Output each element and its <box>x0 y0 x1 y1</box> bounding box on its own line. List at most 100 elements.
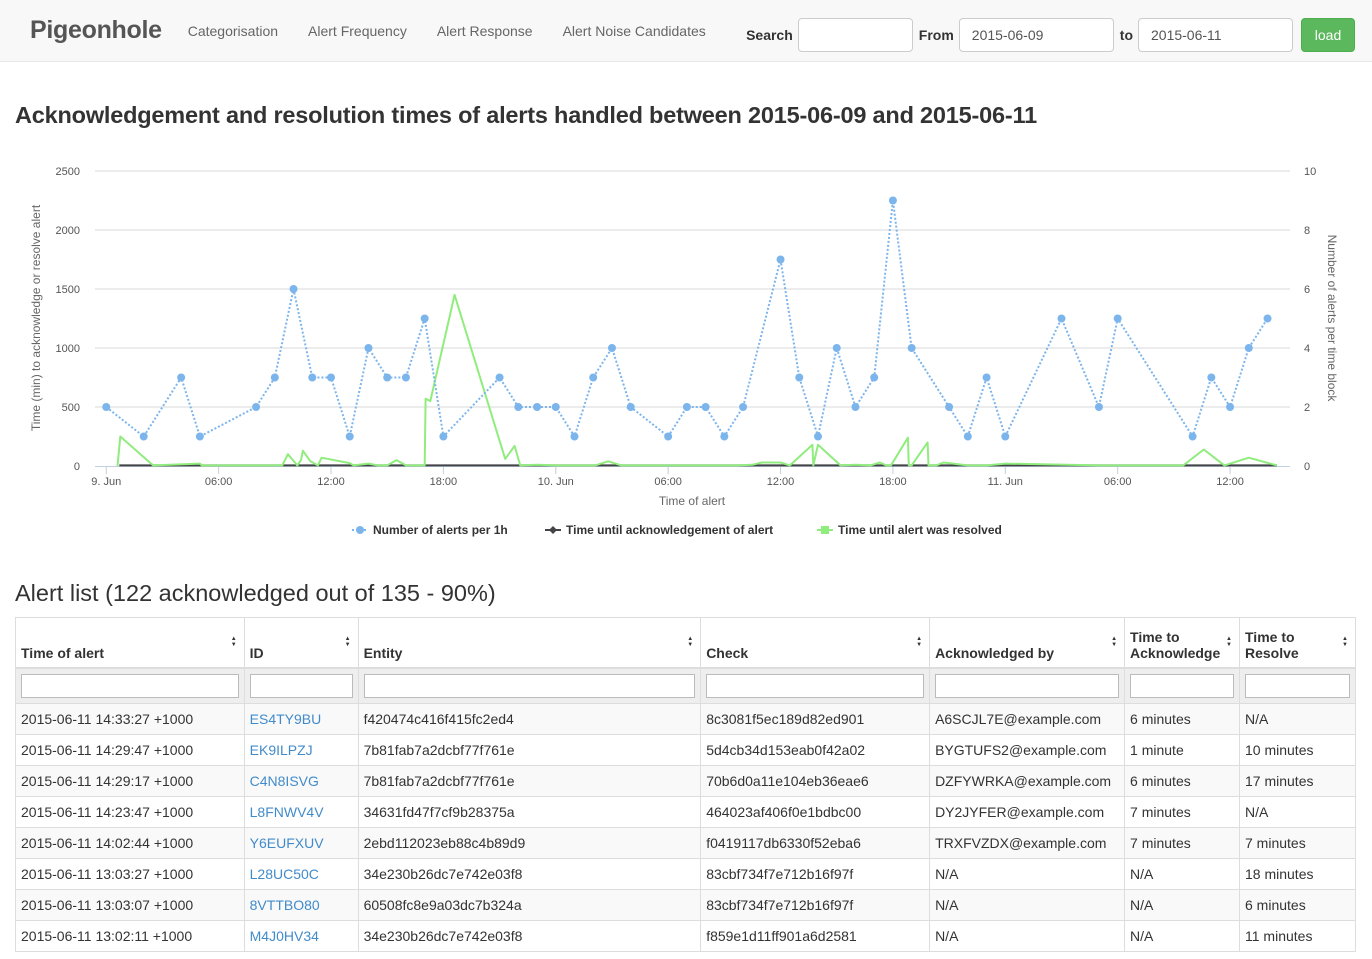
x-tick-label: 9. Jun <box>91 476 121 488</box>
table-row: 2015-06-11 13:03:07 +1000 8VTTBO80 60508fc… <box>15 889 1356 921</box>
cell-time-of-alert: 2015-06-11 13:03:07 +1000 <box>15 889 245 921</box>
data-point <box>1263 314 1272 323</box>
nav-categorisation[interactable]: Categorisation <box>188 23 278 39</box>
nav-alert-noise-candidates[interactable]: Alert Noise Candidates <box>563 23 706 39</box>
alert-id-link[interactable]: 8VTTBO80 <box>250 897 320 913</box>
data-point <box>963 432 972 441</box>
sort-icon[interactable]: ▲ ▼ <box>1226 636 1232 648</box>
data-point <box>401 373 410 382</box>
data-point <box>514 403 523 411</box>
alert-table: Time of alert ▲ ▼ ID ▲ ▼ Entity ▲ ▼ Check ▲ ▼ Acknow… <box>15 617 1356 952</box>
data-point <box>720 432 729 441</box>
y-tick-left: 1000 <box>56 343 80 355</box>
series-line-2 <box>116 293 1278 467</box>
table-row: 2015-06-11 14:29:47 +1000 EK9ILPZJ 7b81fab… <box>15 734 1356 766</box>
y-tick-right: 0 <box>1304 461 1310 473</box>
legend-item-label: Number of alerts per 1h <box>373 523 508 537</box>
cell-entity: 34e230b26dc7e742e03f8 <box>357 920 702 952</box>
to-date-input[interactable] <box>1138 18 1293 52</box>
cell-time-to-acknowledge: N/A <box>1124 920 1240 952</box>
y-tick-left: 500 <box>62 402 80 414</box>
alert-id-link[interactable]: C4N8ISVG <box>250 773 319 789</box>
nav-alert-response[interactable]: Alert Response <box>437 23 533 39</box>
data-point <box>1113 314 1122 323</box>
cell-check: 70b6d0a11e104eb36eae6 <box>700 765 931 797</box>
sort-icon[interactable]: ▲ ▼ <box>1111 636 1117 648</box>
cell-time-of-alert: 2015-06-11 14:29:47 +1000 <box>15 734 245 766</box>
cell-time-to-resolve: 11 minutes <box>1239 920 1356 952</box>
sort-icon[interactable]: ▲ ▼ <box>916 636 922 648</box>
data-point <box>252 403 261 411</box>
column-header-label: Check <box>706 644 749 661</box>
filter-input-time-to-resolve[interactable] <box>1245 673 1350 698</box>
filter-cell <box>700 667 931 704</box>
column-header-check[interactable]: Check ▲ ▼ <box>700 617 931 669</box>
sort-icon[interactable]: ▲ ▼ <box>687 636 693 648</box>
column-header-entity[interactable]: Entity ▲ ▼ <box>357 617 702 669</box>
search-input[interactable] <box>797 18 913 52</box>
alert-list-title: Alert list (122 acknowledged out of 135 … <box>15 580 496 606</box>
brand-logo[interactable]: Pigeonhole <box>30 16 162 45</box>
sort-icon[interactable]: ▲ ▼ <box>1342 636 1348 648</box>
data-point <box>177 373 186 382</box>
nav-alert-frequency[interactable]: Alert Frequency <box>308 23 407 39</box>
cell-acknowledged-by: BYGTUFS2@example.com <box>929 734 1126 766</box>
data-point <box>551 403 560 411</box>
filter-input-time-to-acknowledge[interactable] <box>1130 673 1234 698</box>
alert-id-link[interactable]: M4J0HV34 <box>250 928 319 944</box>
x-tick-label: 18:00 <box>430 476 458 488</box>
y-tick-left: 2500 <box>56 166 80 178</box>
column-header-time-to-acknowledge[interactable]: Time to Acknowledge ▲ ▼ <box>1124 617 1240 669</box>
y-axis-right-ticks: 0 2 4 6 8 10 <box>1304 166 1316 473</box>
filter-input-id[interactable] <box>249 673 353 698</box>
data-point <box>589 373 598 382</box>
cell-entity: 7b81fab7a2dcbf77f761e <box>357 765 702 797</box>
data-point <box>813 432 822 441</box>
to-label: to <box>1119 27 1133 43</box>
alert-id-link[interactable]: ES4TY9BU <box>250 711 322 727</box>
column-header-acknowledged-by[interactable]: Acknowledged by ▲ ▼ <box>929 617 1126 669</box>
data-point <box>739 403 748 411</box>
sort-icon[interactable]: ▲ ▼ <box>345 636 351 648</box>
cell-entity: f420474c416f415fc2ed4 <box>357 703 702 735</box>
filter-input-check[interactable] <box>706 673 925 698</box>
y-axis-left-label: Time (min) to acknowledge or resolve ale… <box>29 204 43 431</box>
column-header-time-to-resolve[interactable]: Time to Resolve ▲ ▼ <box>1239 617 1356 669</box>
column-header-label: Time of alert <box>21 644 104 661</box>
alert-id-link[interactable]: EK9ILPZJ <box>250 742 313 758</box>
x-tick-label: 06:00 <box>205 476 233 488</box>
from-label: From <box>918 27 954 43</box>
cell-entity: 2ebd112023eb88c4b89d9 <box>357 827 702 859</box>
alert-id-link[interactable]: L28UC50C <box>250 866 319 882</box>
filter-input-entity[interactable] <box>363 673 696 698</box>
alert-id-link[interactable]: Y6EUFXUV <box>250 835 324 851</box>
x-tick-label: 06:00 <box>654 476 682 488</box>
filter-input-acknowledged-by[interactable] <box>935 673 1120 698</box>
cell-time-of-alert: 2015-06-11 14:33:27 +1000 <box>15 703 245 735</box>
data-point <box>1094 403 1103 411</box>
load-button[interactable]: load <box>1301 18 1355 52</box>
cell-id: M4J0HV34 <box>243 920 359 952</box>
cell-id: C4N8ISVG <box>243 765 359 797</box>
sort-icon[interactable]: ▲ ▼ <box>231 636 237 648</box>
x-tick-label: 12:00 <box>317 476 345 488</box>
cell-id: Y6EUFXUV <box>243 827 359 859</box>
column-header-label: Acknowledged by <box>935 644 1055 661</box>
from-date-input[interactable] <box>958 18 1114 52</box>
series-line-0 <box>105 199 1269 438</box>
filter-input-time-of-alert[interactable] <box>21 673 239 698</box>
data-point <box>195 432 204 441</box>
column-header-time-of-alert[interactable]: Time of alert ▲ ▼ <box>15 617 245 669</box>
cell-entity: 34e230b26dc7e742e03f8 <box>357 858 702 890</box>
cell-id: 8VTTBO80 <box>243 889 359 921</box>
data-point <box>570 432 579 441</box>
column-header-id[interactable]: ID ▲ ▼ <box>243 617 359 669</box>
chart-svg: 0 500 1000 1500 2000 2500 0 2 4 6 8 10 9. Jun 06:00… <box>29 166 1339 537</box>
data-point <box>327 373 336 382</box>
data-point <box>533 403 542 411</box>
data-point <box>102 403 111 411</box>
alert-id-link[interactable]: L8FNWV4V <box>250 804 324 820</box>
data-point <box>364 344 373 352</box>
y-tick-left: 0 <box>74 461 80 473</box>
data-point <box>851 403 860 411</box>
